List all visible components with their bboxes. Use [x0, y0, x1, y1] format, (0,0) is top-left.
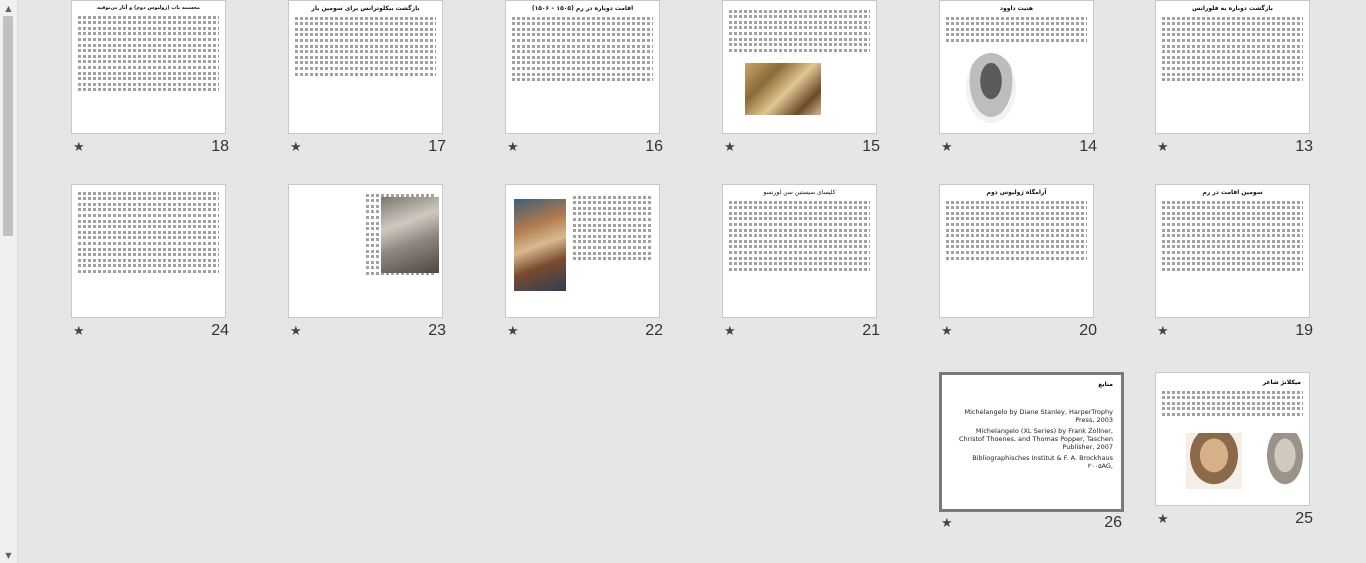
slide-body-text [72, 185, 225, 273]
slide-thumbnail-selected[interactable]: منابع Michelangelo by Diane Stanley, Har… [939, 372, 1124, 512]
slide-title: هنیت داوود [999, 5, 1034, 12]
slide-body-text [1156, 390, 1309, 416]
slide-number: 20 [1079, 322, 1097, 339]
slide-title: مجسمه پاپ (ژولیوس دوم) و آثار بی‌توقیه [97, 5, 200, 11]
slide-transition-star-icon[interactable]: ★ [73, 324, 85, 339]
slide-number: 16 [645, 138, 663, 155]
slide-title: منابع [1098, 381, 1113, 388]
slide-body-text [1156, 200, 1309, 271]
slide-thumbnail[interactable] [722, 0, 877, 134]
slide-number: 22 [645, 322, 663, 339]
slide-thumbnail[interactable]: سومین اقامت در رم [1155, 184, 1310, 318]
slide-number: 24 [211, 322, 229, 339]
references-list: Michelangelo by Diane Stanley, HarperTro… [942, 390, 1121, 475]
slide-title: آرامگاه ژولیوس دوم [986, 189, 1047, 196]
slide-number: 13 [1295, 138, 1313, 155]
slide-body-text [723, 200, 876, 271]
slide-number: 25 [1295, 510, 1313, 527]
slide-number: 19 [1295, 322, 1313, 339]
slide-transition-star-icon[interactable]: ★ [724, 140, 736, 155]
slide-transition-star-icon[interactable]: ★ [1157, 324, 1169, 339]
last-judgement-image [514, 199, 566, 291]
slide-thumbnail[interactable]: آرامگاه ژولیوس دوم [939, 184, 1094, 318]
reference-item: Michelangelo (XL Series) by Frank Zollne… [958, 427, 1113, 451]
slide-number: 15 [862, 138, 880, 155]
slide-transition-star-icon[interactable]: ★ [507, 140, 519, 155]
slide-body-text [1156, 16, 1309, 82]
fresco-image [745, 63, 821, 115]
slide-body-text [289, 16, 442, 76]
slide-thumbnail[interactable]: میکلانژ شاعر [1155, 372, 1310, 506]
slide-number: 14 [1079, 138, 1097, 155]
slide-transition-star-icon[interactable]: ★ [724, 324, 736, 339]
slide-title: بازگشت بیکلوترانس برای سومین بار [311, 5, 420, 12]
slide-transition-star-icon[interactable]: ★ [941, 324, 953, 339]
slide-thumbnail[interactable] [288, 184, 443, 318]
slide-transition-star-icon[interactable]: ★ [290, 140, 302, 155]
slide-title: بازگشت دوباره به فلورانس [1192, 5, 1273, 12]
slide-number: 23 [428, 322, 446, 339]
slide-thumbnail[interactable]: اقامت دوباره در رم (۱۵۰۵ – ۱۵۰۶) [505, 0, 660, 134]
slide-number: 17 [428, 138, 446, 155]
reference-item: Bibliographisches Institut & F. A. Brock… [972, 454, 1113, 470]
slide-transition-star-icon[interactable]: ★ [507, 324, 519, 339]
slide-transition-star-icon[interactable]: ★ [1157, 512, 1169, 527]
slide-number: 26 [1104, 514, 1122, 531]
scroll-down-arrow-icon[interactable]: ▼ [0, 547, 17, 563]
vertical-scrollbar[interactable]: ▲ ▼ [0, 0, 18, 563]
slide-number: 21 [862, 322, 880, 339]
slide-thumbnail[interactable]: بازگشت بیکلوترانس برای سومین بار [288, 0, 443, 134]
slide-body-text [940, 200, 1093, 260]
slide-transition-star-icon[interactable]: ★ [73, 140, 85, 155]
slide-transition-star-icon[interactable]: ★ [290, 324, 302, 339]
slide-body-text [72, 15, 225, 92]
slide-title: اقامت دوباره در رم (۱۵۰۵ – ۱۵۰۶) [531, 5, 634, 12]
slide-transition-star-icon[interactable]: ★ [941, 516, 953, 531]
slide-body-text [506, 16, 659, 82]
scroll-up-arrow-icon[interactable]: ▲ [0, 0, 17, 16]
slide-thumbnail[interactable] [505, 184, 660, 318]
moses-statue-image [381, 197, 439, 273]
slide-thumbnail[interactable]: مجسمه پاپ (ژولیوس دوم) و آثار بی‌توقیه [71, 0, 226, 134]
slide-number: 18 [211, 138, 229, 155]
slide-thumbnail[interactable] [71, 184, 226, 318]
slide-body-text [567, 193, 659, 263]
david-detail-image [1186, 433, 1242, 489]
slide-thumbnail[interactable]: هنیت داوود [939, 0, 1094, 134]
slide-title: میکلانژ شاعر [1262, 379, 1301, 386]
reference-item: Michelangelo by Diane Stanley, HarperTro… [964, 408, 1113, 424]
scroll-thumb[interactable] [3, 16, 13, 236]
slide-title: کلیسای سیستین سن لورنسو [763, 189, 836, 196]
slide-body-text [940, 16, 1093, 42]
slide-thumbnail[interactable]: کلیسای سیستین سن لورنسو [722, 184, 877, 318]
slide-transition-star-icon[interactable]: ★ [941, 140, 953, 155]
david-statue-image [1264, 433, 1306, 489]
slide-transition-star-icon[interactable]: ★ [1157, 140, 1169, 155]
portrait-image [966, 53, 1016, 123]
slide-thumbnail[interactable]: بازگشت دوباره به فلورانس [1155, 0, 1310, 134]
slide-title: سومین اقامت در رم [1202, 189, 1263, 196]
slide-body-text [723, 1, 876, 52]
